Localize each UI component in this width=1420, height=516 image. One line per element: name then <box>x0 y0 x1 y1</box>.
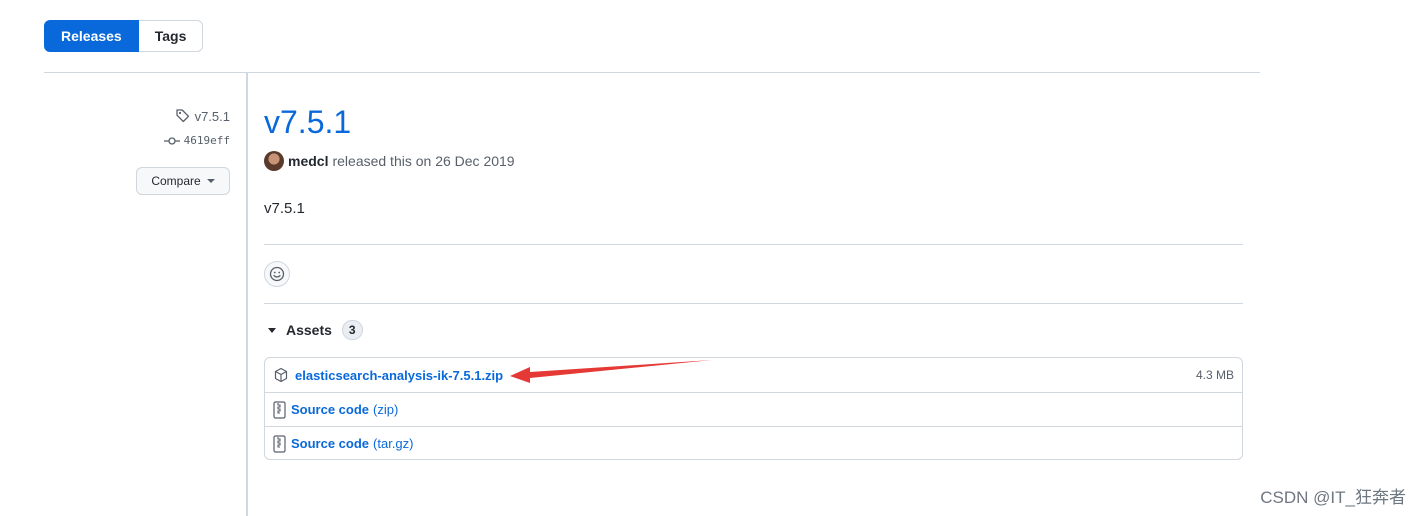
asset-link-source-zip[interactable]: Source code <box>291 402 369 417</box>
asset-size: 4.3 MB <box>1195 368 1234 382</box>
asset-link-source-targz[interactable]: Source code <box>291 436 369 451</box>
tab-tags[interactable]: Tags <box>138 20 204 52</box>
package-icon <box>274 367 288 383</box>
file-zip-icon <box>273 400 286 419</box>
release-author-line: medcl released this on 26 Dec 2019 <box>264 151 515 171</box>
release-notes: v7.5.1 <box>264 200 305 217</box>
asset-row-source-zip[interactable]: Source code (zip) <box>265 392 1242 426</box>
add-reaction-button[interactable] <box>264 261 290 287</box>
timeline-divider <box>246 73 248 516</box>
asset-row-source-targz[interactable]: Source code (tar.gz) <box>265 426 1242 460</box>
assets-heading: Assets <box>286 322 332 338</box>
author-name[interactable]: medcl <box>288 153 328 169</box>
compare-button[interactable]: Compare <box>136 167 230 195</box>
release-date-text: released this on 26 Dec 2019 <box>332 153 515 169</box>
release-tag-link[interactable]: v7.5.1 <box>175 108 230 124</box>
assets-list: elasticsearch-analysis-ik-7.5.1.zip 4.3 … <box>264 357 1243 460</box>
asset-link-zip[interactable]: elasticsearch-analysis-ik-7.5.1.zip <box>295 368 503 383</box>
notes-divider <box>264 244 1243 245</box>
file-zip-icon <box>273 434 286 453</box>
tag-label: v7.5.1 <box>194 108 230 124</box>
commit-link[interactable]: 4619eff <box>163 134 230 147</box>
avatar[interactable] <box>264 151 284 171</box>
assets-count-badge: 3 <box>341 320 363 340</box>
reactions-divider <box>264 303 1243 304</box>
git-commit-icon <box>163 136 180 145</box>
asset-format-zip[interactable]: (zip) <box>373 402 398 417</box>
asset-row-zip[interactable]: elasticsearch-analysis-ik-7.5.1.zip 4.3 … <box>265 358 1242 392</box>
release-tabs: Releases Tags <box>44 20 204 52</box>
triangle-down-icon <box>268 327 276 333</box>
release-title[interactable]: v7.5.1 <box>264 104 351 141</box>
compare-label: Compare <box>151 174 201 188</box>
asset-format-targz[interactable]: (tar.gz) <box>373 436 413 451</box>
header-divider <box>44 72 1260 73</box>
smiley-icon <box>269 266 285 282</box>
annotation-arrow <box>510 360 712 383</box>
watermark: CSDN @IT_狂奔者 <box>1260 488 1406 507</box>
commit-sha: 4619eff <box>183 134 230 147</box>
assets-toggle[interactable]: Assets 3 <box>268 320 363 340</box>
chevron-down-icon <box>206 179 215 183</box>
tag-icon <box>175 109 189 123</box>
tab-releases[interactable]: Releases <box>44 20 139 52</box>
